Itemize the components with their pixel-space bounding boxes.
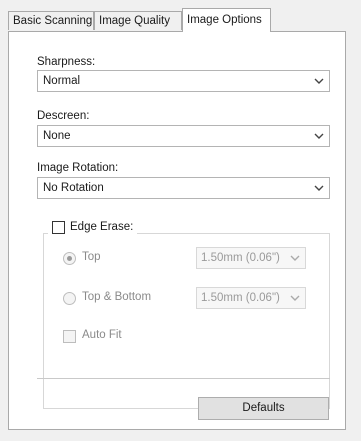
auto-fit-label: Auto Fit [82,329,122,341]
top-margin-value: 1.50mm (0.06") [201,252,280,264]
descreen-label: Descreen: [37,110,90,122]
chevron-down-icon [289,252,301,264]
chevron-down-icon [313,130,325,142]
top-margin-select[interactable]: 1.50mm (0.06") [196,247,306,269]
top-radio-label: Top [82,251,101,263]
edge-erase-legend: Edge Erase: [48,217,138,237]
top-bottom-radio-label: Top & Bottom [82,291,152,303]
tab-image-quality[interactable]: Image Quality [94,11,182,30]
descreen-value: None [43,130,71,142]
tab-image-options[interactable]: Image Options [182,8,271,32]
edge-erase-label: Edge Erase: [70,221,134,233]
sharpness-value: Normal [43,75,81,87]
descreen-select[interactable]: None [37,125,330,147]
tab-basic-scanning[interactable]: Basic Scanning [8,11,94,30]
defaults-button[interactable]: Defaults [198,397,329,420]
divider [37,378,330,379]
top-bottom-margin-select[interactable]: 1.50mm (0.06") [196,287,306,309]
chevron-down-icon [313,182,325,194]
sharpness-select[interactable]: Normal [37,70,330,92]
image-rotation-value: No Rotation [43,182,104,194]
top-bottom-margin-value: 1.50mm (0.06") [201,292,280,304]
chevron-down-icon [289,292,301,304]
auto-fit-checkbox[interactable] [63,330,76,343]
edge-erase-checkbox[interactable] [52,220,65,234]
sharpness-label: Sharpness: [37,56,96,68]
image-rotation-label: Image Rotation: [37,162,119,174]
chevron-down-icon [313,75,325,87]
top-radio[interactable] [63,252,76,265]
top-bottom-radio[interactable] [63,292,76,305]
image-rotation-select[interactable]: No Rotation [37,177,330,199]
